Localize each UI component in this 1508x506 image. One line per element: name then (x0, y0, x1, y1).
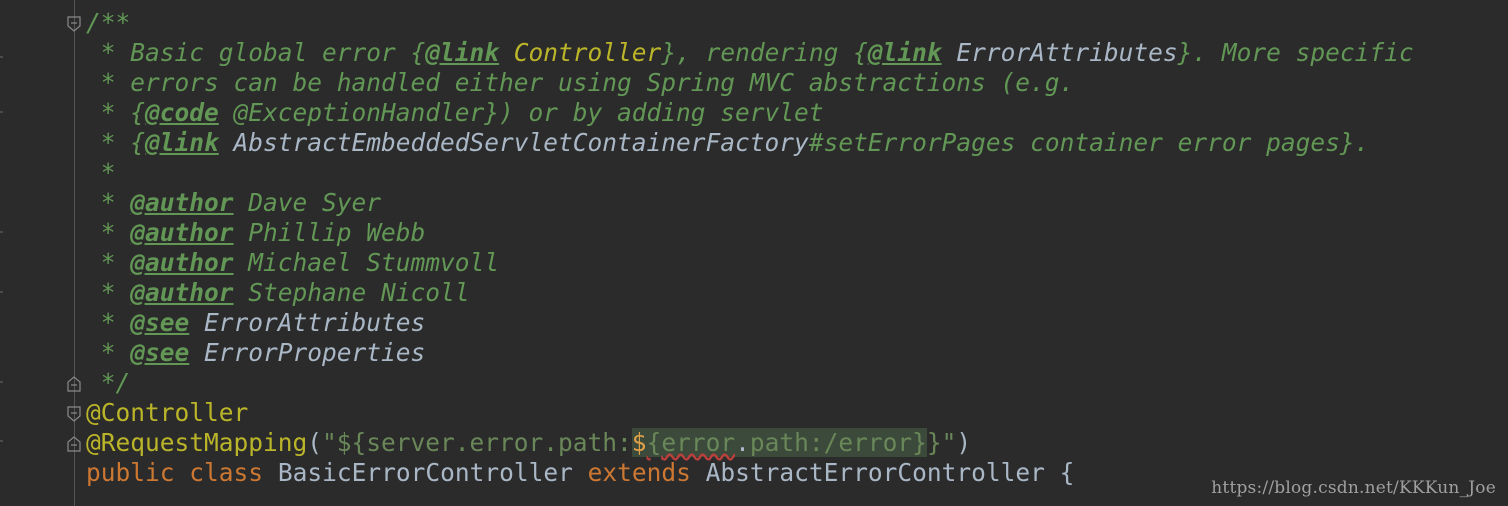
keyword-extends: extends (587, 458, 691, 487)
fold-collapse-icon[interactable] (67, 406, 81, 422)
doc-tag-author[interactable]: @author (130, 278, 233, 307)
annotation-request-mapping[interactable]: @RequestMapping (86, 428, 307, 457)
doc-tag-link[interactable]: @link (145, 128, 219, 157)
paren-open: ( (307, 428, 323, 457)
doc-author-name: Dave Syer (233, 188, 382, 217)
placeholder-brace: { (646, 428, 662, 457)
doc-star: * (86, 188, 131, 217)
code-line-5[interactable]: * {@link AbstractEmbeddedServletContaine… (86, 128, 1414, 158)
code-line-2[interactable]: * Basic global error {@link Controller},… (86, 38, 1414, 68)
doc-star: * (86, 218, 131, 247)
doc-ref-controller[interactable]: Controller (499, 38, 662, 67)
doc-text: { (130, 128, 146, 157)
string-literal-end: }" (926, 428, 957, 457)
code-line-4[interactable]: * {@code @ExceptionHandler}) or by addin… (86, 98, 1414, 128)
doc-star: * (86, 68, 131, 97)
doc-author-name: Stephane Nicoll (233, 278, 470, 307)
doc-text: #setErrorPages container error pages}. (808, 128, 1370, 157)
keyword-class: class (189, 458, 264, 487)
doc-comment-open: /** (86, 8, 131, 37)
placeholder-rest[interactable]: path:/error} (749, 428, 927, 457)
gutter-tick (0, 291, 3, 293)
fold-collapse-icon[interactable] (67, 16, 81, 32)
code-line-10[interactable]: * @author Stephane Nicoll (86, 278, 1414, 308)
code-line-14[interactable]: @Controller (86, 398, 1414, 428)
doc-text: @ExceptionHandler}) or by adding servlet (218, 98, 824, 127)
keyword-public: public (86, 458, 175, 487)
parent-class-name[interactable]: AbstractErrorController (706, 458, 1045, 487)
doc-text: errors can be handled either using Sprin… (130, 68, 1075, 97)
doc-star: * (86, 128, 131, 157)
code-line-11[interactable]: * @see ErrorAttributes (86, 308, 1414, 338)
code-line-9[interactable]: * @author Michael Stummvoll (86, 248, 1414, 278)
code-line-7[interactable]: * @author Dave Syer (86, 188, 1414, 218)
doc-text: Basic global error { (130, 38, 426, 67)
doc-star: * (86, 158, 116, 187)
code-line-12[interactable]: * @see ErrorProperties (86, 338, 1414, 368)
doc-star: * (86, 338, 131, 367)
code-line-1[interactable]: /** (86, 8, 1414, 38)
doc-ref-container-factory[interactable]: AbstractEmbeddedServletContainerFactory (219, 128, 809, 157)
doc-tag-author[interactable]: @author (130, 248, 233, 277)
string-literal[interactable]: "${server.error.path: (322, 428, 632, 457)
brace-open: { (1059, 458, 1075, 487)
doc-see-ref[interactable]: ErrorAttributes (189, 308, 425, 337)
gutter-separator (74, 0, 75, 506)
doc-star: * (86, 98, 131, 127)
doc-star: * (86, 278, 131, 307)
placeholder-dollar: $ (631, 428, 647, 457)
doc-comment-close: */ (86, 368, 131, 397)
code-line-13[interactable]: */ (86, 368, 1414, 398)
doc-author-name: Michael Stummvoll (233, 248, 500, 277)
code-line-8[interactable]: * @author Phillip Webb (86, 218, 1414, 248)
gutter-tick (0, 56, 3, 58)
watermark: https://blog.csdn.net/KKKun_Joe (1211, 478, 1496, 498)
placeholder-dot: . (735, 428, 750, 457)
doc-text: { (130, 98, 146, 127)
placeholder-ident[interactable]: error (661, 428, 736, 457)
annotation-controller[interactable]: @Controller (86, 398, 248, 427)
code-line-15[interactable]: @RequestMapping("${server.error.path:${e… (86, 428, 1414, 458)
doc-star: * (86, 38, 131, 67)
doc-tag-see[interactable]: @see (130, 308, 189, 337)
gutter-tick (0, 381, 3, 383)
doc-tag-code[interactable]: @code (145, 98, 219, 127)
code-editor[interactable]: /** * Basic global error {@link Controll… (0, 0, 1508, 506)
doc-tag-see[interactable]: @see (130, 338, 189, 367)
code-area[interactable]: /** * Basic global error {@link Controll… (86, 8, 1414, 488)
doc-see-ref[interactable]: ErrorProperties (189, 338, 425, 367)
gutter-tick (0, 231, 3, 233)
doc-tag-link[interactable]: @link (868, 38, 942, 67)
gutter-tick (0, 111, 3, 113)
doc-star: * (86, 308, 131, 337)
gutter-tick (0, 440, 3, 442)
doc-text: }. More specific (1177, 38, 1414, 67)
doc-text: }, rendering { (661, 38, 868, 67)
doc-tag-author[interactable]: @author (130, 188, 233, 217)
doc-ref-error-attributes[interactable]: ErrorAttributes (942, 38, 1177, 67)
editor-gutter[interactable] (0, 0, 74, 506)
doc-star: * (86, 248, 131, 277)
class-name[interactable]: BasicErrorController (278, 458, 573, 487)
doc-tag-author[interactable]: @author (130, 218, 233, 247)
doc-tag-link[interactable]: @link (425, 38, 499, 67)
paren-close: ) (956, 428, 972, 457)
code-line-6[interactable]: * (86, 158, 1414, 188)
fold-end-icon[interactable] (67, 376, 81, 392)
doc-author-name: Phillip Webb (233, 218, 426, 247)
code-line-3[interactable]: * errors can be handled either using Spr… (86, 68, 1414, 98)
fold-end-icon[interactable] (67, 436, 81, 452)
